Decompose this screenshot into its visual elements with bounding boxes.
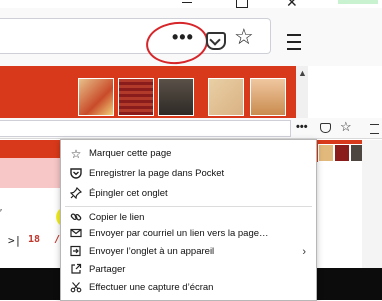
star-icon: ☆ xyxy=(70,147,82,161)
page-banner-small xyxy=(0,140,62,158)
menu-item-label: Envoyer l’onglet à un appareil xyxy=(89,246,215,257)
chevron-right-icon: › xyxy=(302,246,306,258)
pocket-icon[interactable] xyxy=(206,32,226,50)
page-mark: ′ xyxy=(0,208,2,219)
screenshot-icon xyxy=(69,281,83,295)
banner-thumbnail xyxy=(334,144,350,162)
url-bar[interactable] xyxy=(0,18,271,54)
menu-item-pocket[interactable]: Enregistrer la page dans Pocket xyxy=(61,164,316,184)
send-tab-icon xyxy=(69,245,83,259)
pocket-icon xyxy=(69,167,83,181)
url-bar-small[interactable] xyxy=(0,120,291,137)
menu-item-email-link[interactable]: Envoyer par courriel un lien vers la pag… xyxy=(61,224,316,244)
minimize-button[interactable] xyxy=(182,0,192,3)
bookmark-star-icon[interactable]: ☆ xyxy=(340,119,352,135)
menu-separator xyxy=(65,206,312,207)
banner-thumbnail xyxy=(118,78,154,116)
maximize-button[interactable] xyxy=(236,0,248,8)
menu-item-label: Copier le lien xyxy=(89,212,145,223)
banner-thumbnail xyxy=(78,78,114,116)
pin-icon xyxy=(69,186,83,201)
hamburger-menu-icon[interactable] xyxy=(370,124,379,134)
menu-item-send-tab[interactable]: Envoyer l’onglet à un appareil › xyxy=(61,242,316,262)
pager-bracket[interactable]: >| xyxy=(8,234,21,247)
menu-item-share[interactable]: Partager xyxy=(61,260,316,280)
menu-item-label: Enregistrer la page dans Pocket xyxy=(89,168,225,179)
banner-thumbnail xyxy=(250,78,286,116)
banner-thumbnail xyxy=(318,144,334,162)
banner-thumbnail xyxy=(158,78,194,116)
page-actions-menu: ☆ Marquer cette page Enregistrer la page… xyxy=(60,139,317,301)
banner-thumbnail xyxy=(208,78,244,116)
bookmark-star-icon[interactable]: ☆ xyxy=(234,26,254,48)
page-blank-area xyxy=(308,66,382,118)
menu-item-screenshot[interactable]: Effectuer une capture d’écran xyxy=(61,278,316,298)
page-pink-strip xyxy=(0,158,62,188)
scroll-up-icon[interactable]: ▲ xyxy=(298,68,307,78)
menu-item-pin-tab[interactable]: Épingler cet onglet xyxy=(61,184,316,204)
link-icon xyxy=(69,211,83,225)
menu-item-label: Épingler cet onglet xyxy=(89,188,168,199)
pocket-icon[interactable] xyxy=(320,123,331,133)
menu-item-label: Effectuer une capture d’écran xyxy=(89,282,214,293)
page-actions-button-small[interactable]: ••• xyxy=(296,121,308,133)
menu-item-label: Envoyer par courriel un lien vers la pag… xyxy=(89,228,269,239)
page-number: 18 xyxy=(28,234,41,245)
email-icon xyxy=(69,227,83,241)
menu-item-label: Partager xyxy=(89,264,126,275)
hamburger-menu-icon[interactable] xyxy=(287,34,301,50)
menu-item-bookmark[interactable]: ☆ Marquer cette page xyxy=(61,144,316,164)
green-patch xyxy=(338,0,378,4)
share-icon xyxy=(69,263,83,277)
dotted-border xyxy=(4,0,244,5)
menu-item-label: Marquer cette page xyxy=(89,148,172,159)
